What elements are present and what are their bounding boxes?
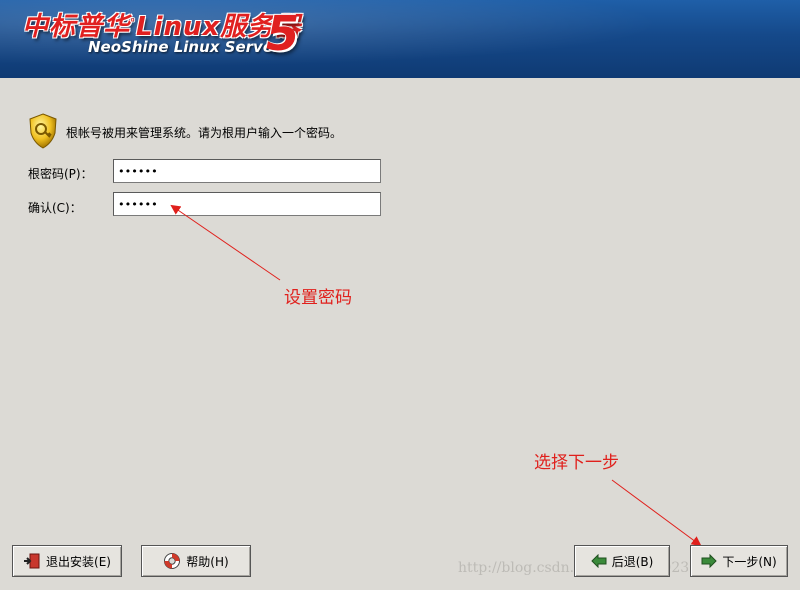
back-label: 后退(B) (611, 554, 654, 569)
arrow-left-icon (590, 554, 607, 568)
exit-install-label: 退出安装(E) (46, 554, 111, 569)
arrow-right-icon (701, 554, 718, 568)
help-label: 帮助(H) (186, 554, 229, 569)
annotation-arrows (170, 204, 702, 547)
next-button[interactable]: 下一步(N) (690, 545, 788, 577)
lifebuoy-icon (163, 552, 181, 570)
exit-install-button[interactable]: 退出安装(E) (12, 545, 122, 577)
back-button[interactable]: 后退(B) (574, 545, 670, 577)
annotation-next-step: 选择下一步 (534, 453, 619, 473)
annotation-set-password: 设置密码 (284, 288, 352, 308)
help-button[interactable]: 帮助(H) (141, 545, 251, 577)
exit-door-icon (23, 553, 41, 569)
next-label: 下一步(N) (722, 554, 777, 569)
